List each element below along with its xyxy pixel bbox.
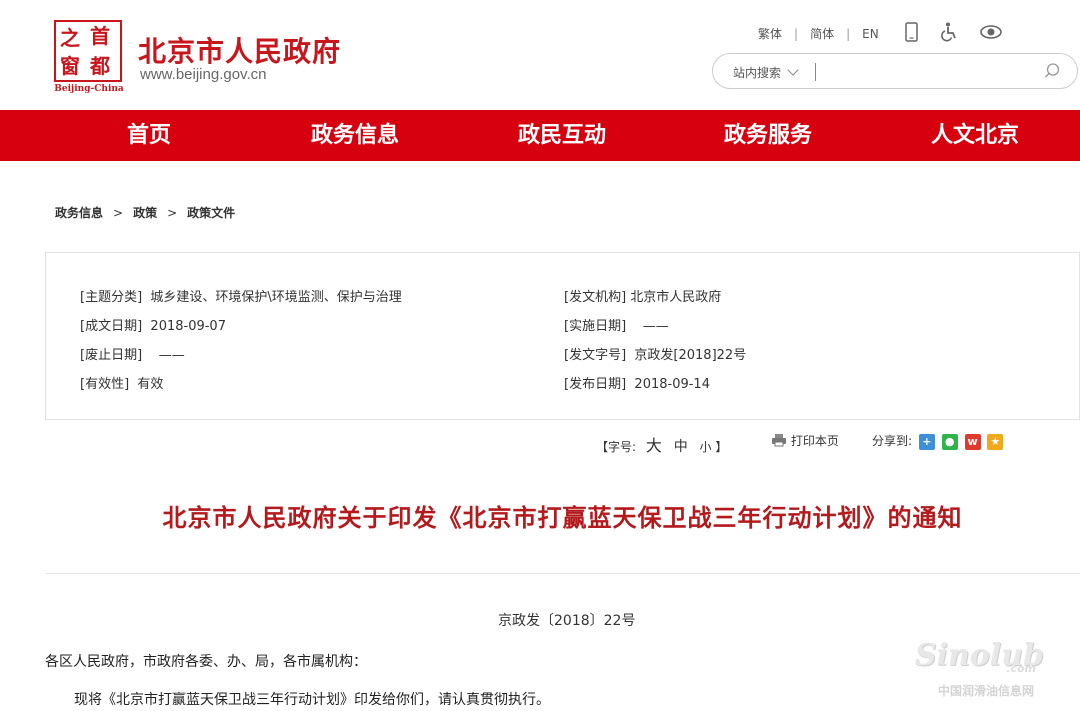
- english-link[interactable]: EN: [862, 27, 879, 41]
- breadcrumb-separator: >: [167, 206, 178, 220]
- mobile-icon[interactable]: [904, 22, 918, 45]
- meta-value: 城乡建设、环境保护\环境监测、保护与治理: [150, 290, 402, 305]
- search-input[interactable]: [823, 58, 1033, 84]
- search-icon[interactable]: [1043, 62, 1061, 80]
- meta-created-date: [成文日期] 2018-09-07: [80, 315, 226, 334]
- site-logo[interactable]: 之 首 窗 都 Beijing-China: [52, 20, 126, 96]
- meta-effective-date: [实施日期] ——: [564, 315, 669, 334]
- print-button[interactable]: 打印本页: [771, 432, 839, 450]
- nav-item-services[interactable]: 政务服务: [724, 110, 812, 161]
- share-wechat-icon[interactable]: ●: [941, 433, 958, 450]
- search-box: 站内搜索: [712, 53, 1078, 89]
- article-recipients: 各区人民政府，市政府各委、办、局，各市属机构：: [45, 654, 367, 670]
- meta-value: 2018-09-07: [150, 319, 226, 334]
- search-scope-select[interactable]: 站内搜索: [733, 64, 799, 81]
- accessibility-icon[interactable]: [940, 22, 958, 45]
- nav-item-government-info[interactable]: 政务信息: [311, 110, 399, 161]
- logo-seal: 之 首 窗 都: [54, 20, 122, 82]
- watermark-domain: .com: [1006, 662, 1036, 675]
- meta-topic: [主题分类] 城乡建设、环境保护\环境监测、保护与治理: [80, 286, 402, 305]
- simplified-chinese-link[interactable]: 简体: [810, 25, 834, 42]
- share-star-icon[interactable]: ★: [987, 433, 1004, 450]
- meta-label: [成文日期]: [80, 319, 143, 334]
- divider: [45, 573, 1080, 574]
- breadcrumb-separator: >: [113, 206, 124, 220]
- font-medium-button[interactable]: 中: [674, 439, 688, 455]
- nav-item-interaction[interactable]: 政民互动: [518, 110, 606, 161]
- print-label: 打印本页: [790, 434, 839, 448]
- meta-label: [发文机构]: [564, 290, 627, 305]
- font-size-controls: 【字号: 大 中 小 】: [596, 432, 727, 456]
- search-scope-label: 站内搜索: [733, 66, 782, 80]
- share-qzone-icon[interactable]: +: [918, 433, 935, 450]
- share-weibo-icon[interactable]: w: [964, 433, 981, 450]
- meta-label: [主题分类]: [80, 290, 143, 305]
- font-small-button[interactable]: 小: [700, 440, 712, 454]
- meta-label: [发布日期]: [564, 377, 627, 392]
- font-size-label: 【字号:: [596, 440, 637, 454]
- share-bar: 分享到: + ● w ★: [872, 432, 1004, 450]
- traditional-chinese-link[interactable]: 繁体: [758, 25, 782, 42]
- logo-char: 首: [90, 24, 110, 48]
- nav-item-home[interactable]: 首页: [127, 110, 171, 161]
- site-url: www.beijing.gov.cn: [140, 66, 267, 83]
- article-body-paragraph: 现将《北京市打赢蓝天保卫战三年行动计划》印发给你们，请认真贯彻执行。: [74, 692, 550, 708]
- logo-char: 都: [90, 54, 110, 78]
- watermark: Sinolub .com 中国润滑油信息网: [915, 636, 1062, 702]
- breadcrumb-item[interactable]: 政策: [133, 206, 157, 220]
- watermark-name: 中国润滑油信息网: [938, 684, 1035, 698]
- document-metadata: [主题分类] 城乡建设、环境保护\环境监测、保护与治理 [发文机构] 北京市人民…: [45, 252, 1080, 420]
- chevron-down-icon: [787, 64, 799, 76]
- font-size-bracket: 】: [715, 440, 728, 454]
- top-links: 繁体 | 简体 | EN: [758, 22, 1002, 45]
- logo-english: Beijing-China: [54, 84, 124, 94]
- meta-value: ——: [158, 348, 185, 363]
- breadcrumb-item[interactable]: 政策文件: [187, 206, 235, 220]
- meta-label: [有效性]: [80, 377, 130, 392]
- meta-published-date: [发布日期] 2018-09-14: [564, 373, 710, 392]
- meta-issuer: [发文机构] 北京市人民政府: [564, 286, 721, 305]
- divider: |: [846, 26, 851, 41]
- main-nav: 首页 政务信息 政民互动 政务服务 人文北京: [0, 110, 1080, 161]
- meta-label: [废止日期]: [80, 348, 143, 363]
- meta-doc-number: [发文字号] 京政发[2018]22号: [564, 344, 746, 363]
- eye-icon[interactable]: [979, 23, 1002, 44]
- printer-icon: [771, 433, 787, 450]
- meta-value: 京政发[2018]22号: [634, 348, 747, 363]
- meta-label: [实施日期]: [564, 319, 627, 334]
- meta-value: 北京市人民政府: [630, 290, 722, 305]
- meta-label: [发文字号]: [564, 348, 627, 363]
- share-label: 分享到:: [872, 434, 913, 448]
- meta-value: 有效: [137, 377, 164, 392]
- meta-value: 2018-09-14: [634, 377, 710, 392]
- logo-char: 窗: [60, 54, 80, 78]
- logo-char: 之: [60, 26, 80, 50]
- article-doc-number: 京政发〔2018〕22号: [498, 613, 636, 629]
- divider: |: [794, 26, 799, 41]
- font-large-button[interactable]: 大: [646, 436, 662, 455]
- breadcrumb: 政务信息 > 政策 > 政策文件: [55, 204, 235, 221]
- meta-validity: [有效性] 有效: [80, 373, 163, 392]
- meta-value: ——: [642, 319, 669, 334]
- search-divider: [815, 63, 816, 81]
- site-title[interactable]: 北京市人民政府: [138, 30, 341, 70]
- nav-item-culture[interactable]: 人文北京: [931, 110, 1019, 161]
- article-title: 北京市人民政府关于印发《北京市打赢蓝天保卫战三年行动计划》的通知: [162, 504, 963, 532]
- meta-abolished-date: [废止日期] ——: [80, 344, 185, 363]
- breadcrumb-item[interactable]: 政务信息: [55, 206, 103, 220]
- site-header: 之 首 窗 都 Beijing-China 北京市人民政府 www.beijin…: [0, 0, 1080, 110]
